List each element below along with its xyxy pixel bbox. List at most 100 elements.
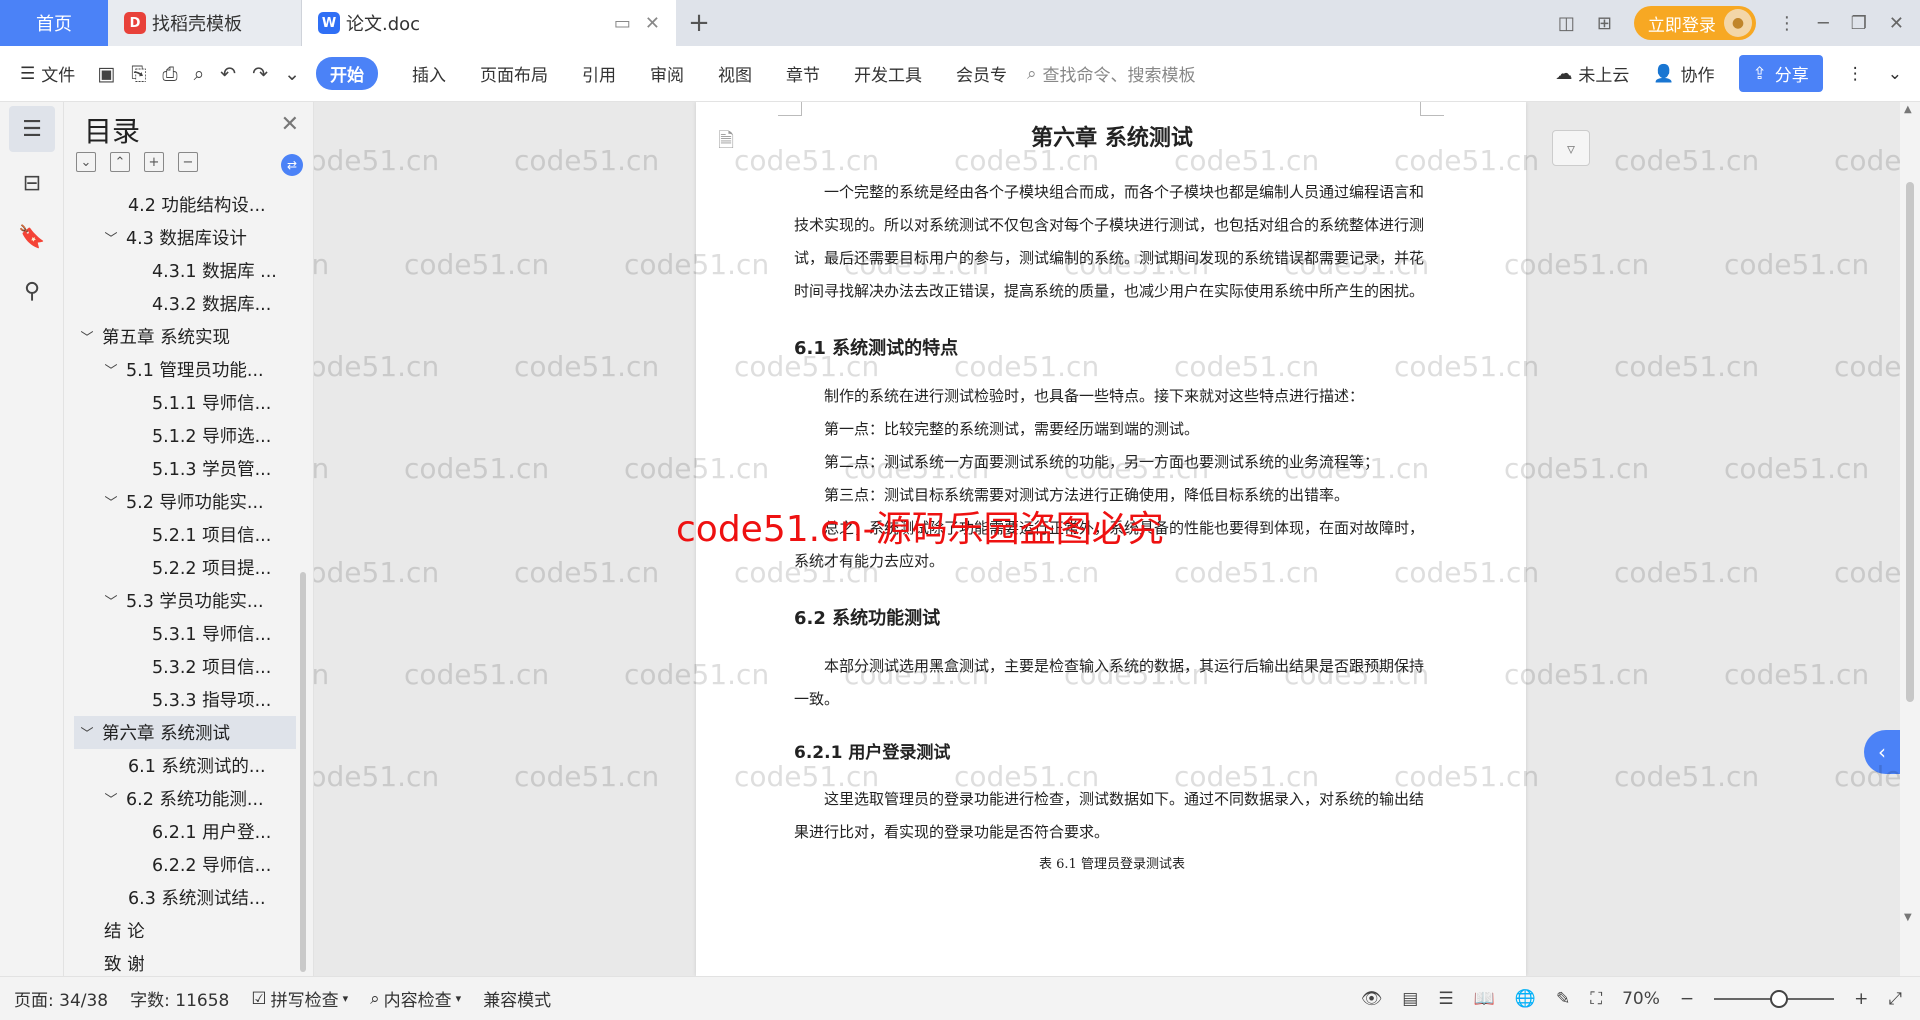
- toc-item[interactable]: ﹀ 第五章 系统实现: [74, 320, 296, 353]
- spell-check-button[interactable]: ☑ 拼写检查 ▾: [251, 986, 348, 1012]
- side-panel-toggle-icon[interactable]: ‹: [1864, 730, 1900, 774]
- toc-item[interactable]: 5.3.3 指导项...: [74, 683, 296, 716]
- new-tab-button[interactable]: +: [676, 0, 722, 46]
- chevron-down-icon[interactable]: ﹀: [78, 723, 96, 742]
- toc-item[interactable]: ﹀ 5.3 学员功能实...: [74, 584, 296, 617]
- read-view-icon[interactable]: 📖: [1474, 989, 1495, 1009]
- tab-templates[interactable]: D 找稻壳模板: [108, 0, 302, 46]
- toc-toggle-icon[interactable]: ⇄: [281, 154, 303, 176]
- content-check-button[interactable]: ⌕ 内容检查 ▾: [370, 986, 461, 1012]
- toc-item[interactable]: 5.2.1 项目信...: [74, 518, 296, 551]
- expand-all-icon[interactable]: ⌄: [76, 152, 96, 172]
- toc-item[interactable]: 6.2.2 导师信...: [74, 848, 296, 881]
- toc-icon[interactable]: ☰: [9, 106, 55, 152]
- compat-mode[interactable]: 兼容模式: [483, 986, 551, 1011]
- eye-icon[interactable]: 👁: [1361, 989, 1383, 1009]
- toc-item[interactable]: 5.3.1 导师信...: [74, 617, 296, 650]
- file-menu[interactable]: ☰ 文件: [20, 61, 75, 87]
- zoom-level[interactable]: 70%: [1622, 989, 1660, 1009]
- minimize-icon[interactable]: ─: [1818, 13, 1829, 34]
- remove-heading-icon[interactable]: −: [178, 152, 198, 172]
- zoom-in-icon[interactable]: +: [1854, 989, 1868, 1009]
- chevron-down-icon[interactable]: ﹀: [102, 228, 120, 247]
- scroll-up-icon[interactable]: ▲: [1904, 104, 1912, 115]
- preview-icon[interactable]: ⌕: [194, 63, 205, 85]
- command-search[interactable]: ⌕ 查找命令、搜索模板: [1027, 61, 1196, 87]
- restore-icon[interactable]: ❐: [1851, 13, 1867, 34]
- toc-item[interactable]: 5.1.1 导师信...: [74, 386, 296, 419]
- toc-item[interactable]: ﹀ 6.2 系统功能测...: [74, 782, 296, 815]
- chevron-down-icon[interactable]: ﹀: [102, 789, 120, 808]
- toc-item[interactable]: ﹀ 5.1 管理员功能...: [74, 353, 296, 386]
- toc-item[interactable]: ﹀ 5.2 导师功能实...: [74, 485, 296, 518]
- tab-insert[interactable]: 插入: [412, 61, 446, 86]
- tab-developer[interactable]: 开发工具: [854, 61, 922, 86]
- tab-review[interactable]: 审阅: [650, 61, 684, 86]
- fit-page-icon[interactable]: ⛶: [1590, 989, 1602, 1009]
- chevron-down-icon[interactable]: ﹀: [102, 492, 120, 511]
- export-icon[interactable]: ⎘: [131, 63, 146, 85]
- tab-chapter[interactable]: 章节: [786, 61, 820, 86]
- collapse-all-icon[interactable]: ⌃: [110, 152, 130, 172]
- fullscreen-icon[interactable]: ⤢: [1888, 989, 1902, 1009]
- chevron-down-icon[interactable]: ﹀: [102, 360, 120, 379]
- chevron-down-icon[interactable]: ﹀: [102, 591, 120, 610]
- tab-view[interactable]: 视图: [718, 61, 752, 86]
- toc-item[interactable]: 5.1.2 导师选...: [74, 419, 296, 452]
- zoom-slider-knob[interactable]: [1770, 989, 1789, 1008]
- toc-item[interactable]: 致 谢: [74, 947, 296, 976]
- toc-item[interactable]: 5.1.3 学员管...: [74, 452, 296, 485]
- navigation-icon[interactable]: ⊟: [9, 160, 55, 206]
- toc-item[interactable]: 结 论: [74, 914, 296, 947]
- tab-home-ribbon[interactable]: 开始: [316, 57, 379, 90]
- outline-view-icon[interactable]: ☰: [1438, 989, 1453, 1009]
- toc-item[interactable]: 6.3 系统测试结...: [74, 881, 296, 914]
- toc-item[interactable]: 4.3.2 数据库...: [74, 287, 296, 320]
- login-button[interactable]: 立即登录 ●: [1633, 6, 1756, 40]
- scroll-down-icon[interactable]: ▼: [1904, 912, 1912, 923]
- close-icon[interactable]: ✕: [281, 112, 299, 137]
- find-icon[interactable]: ⚲: [9, 268, 55, 314]
- menu-dots-icon[interactable]: ⋮: [1778, 13, 1796, 34]
- pen-icon[interactable]: ✎: [1556, 989, 1570, 1009]
- tab-page-layout[interactable]: 页面布局: [480, 61, 548, 86]
- toc-item[interactable]: 5.3.2 项目信...: [74, 650, 296, 683]
- print-icon[interactable]: ⎙: [162, 63, 177, 85]
- add-heading-icon[interactable]: +: [144, 152, 164, 172]
- close-tab-icon[interactable]: ✕: [645, 13, 660, 34]
- page-indicator[interactable]: 页面: 34/38: [14, 986, 108, 1011]
- undo-icon[interactable]: ↶: [220, 63, 236, 85]
- chevron-down-icon[interactable]: ﹀: [78, 327, 96, 346]
- zoom-out-icon[interactable]: −: [1680, 989, 1694, 1009]
- toc-item[interactable]: 4.2 功能结构设...: [74, 188, 296, 221]
- toc-item[interactable]: 6.1 系统测试的...: [74, 749, 296, 782]
- share-button[interactable]: ⇪ 分享: [1738, 55, 1823, 92]
- scroll-thumb[interactable]: [1906, 182, 1914, 702]
- tab-member[interactable]: 会员专: [956, 61, 1007, 86]
- toc-item[interactable]: 6.2.1 用户登...: [74, 815, 296, 848]
- toc-item[interactable]: ﹀ 第六章 系统测试: [74, 716, 296, 749]
- toc-item[interactable]: 4.3.1 数据库 ...: [74, 254, 296, 287]
- close-window-icon[interactable]: ✕: [1889, 13, 1904, 34]
- zoom-slider[interactable]: [1714, 989, 1835, 1008]
- tab-document[interactable]: W 论文.doc ▭ ✕: [302, 0, 676, 46]
- more-down-icon[interactable]: ⌄: [284, 63, 300, 85]
- expand-ribbon-icon[interactable]: ⌄: [1888, 64, 1902, 84]
- layout-icon[interactable]: ◫: [1558, 13, 1575, 34]
- document-icon[interactable]: 🗎: [718, 126, 734, 160]
- filter-icon[interactable]: ▿: [1552, 130, 1590, 166]
- vertical-scrollbar[interactable]: ▲ ▼: [1900, 102, 1920, 976]
- tab-references[interactable]: 引用: [582, 61, 616, 86]
- cloud-status[interactable]: ☁ 未上云: [1555, 61, 1629, 87]
- save-icon[interactable]: ▣: [97, 63, 115, 85]
- toc-item[interactable]: ﹀ 4.3 数据库设计: [74, 221, 296, 254]
- web-view-icon[interactable]: 🌐: [1515, 989, 1536, 1009]
- toc-scrollbar[interactable]: [300, 572, 306, 972]
- page-view-icon[interactable]: ▤: [1402, 989, 1418, 1009]
- toc-item[interactable]: 5.2.2 项目提...: [74, 551, 296, 584]
- screen-icon[interactable]: ▭: [614, 13, 631, 34]
- collab-button[interactable]: 👤 协作: [1653, 61, 1714, 87]
- tab-home[interactable]: 首页: [0, 0, 108, 46]
- bookmark-icon[interactable]: 🔖: [9, 214, 55, 260]
- word-count[interactable]: 字数: 11658: [130, 986, 229, 1011]
